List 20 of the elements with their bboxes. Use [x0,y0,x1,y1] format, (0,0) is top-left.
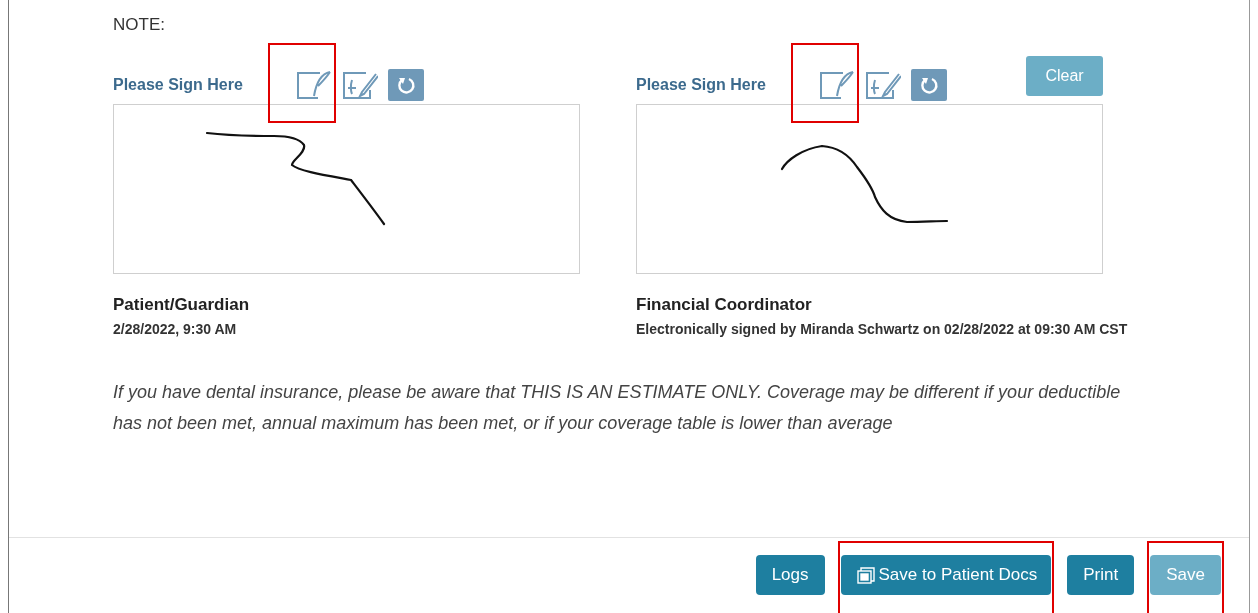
signature-pad[interactable] [636,104,1103,274]
disclaimer-text: If you have dental insurance, please be aware that THIS IS AN ESTIMATE ONLY. Coverage may be different if your deductible has not been met, annual maximum has been met, or if your coverage table is lower than average [113,381,1122,435]
quill-pen-icon[interactable] [295,70,332,100]
signature-prompt: Please Sign Here [636,76,766,94]
signature-detail: Electronically signed by Miranda Schwartz on 02/28/2022 at 09:30 AM CST [636,320,1129,339]
footer-button[interactable]: Print [1067,555,1135,595]
signature-pen-icon[interactable] [864,70,901,100]
signature-pen-icon[interactable] [341,70,378,100]
documents-icon [856,566,877,584]
quill-pen-icon[interactable] [818,70,855,100]
signature-detail: 2/28/2022, 9:30 AM [113,320,238,339]
signer-role: Patient/Guardian [113,294,251,316]
note-label: NOTE: [113,15,166,35]
signature-pad[interactable] [113,104,580,274]
signer-role: Financial Coordinator [636,294,813,316]
footer-button[interactable]: Logs [755,555,825,595]
footer-button[interactable]: Save to Patient Docs [840,555,1052,595]
signature-prompt: Please Sign Here [113,76,243,94]
reset-icon[interactable] [387,69,424,101]
reset-icon[interactable] [910,69,947,101]
